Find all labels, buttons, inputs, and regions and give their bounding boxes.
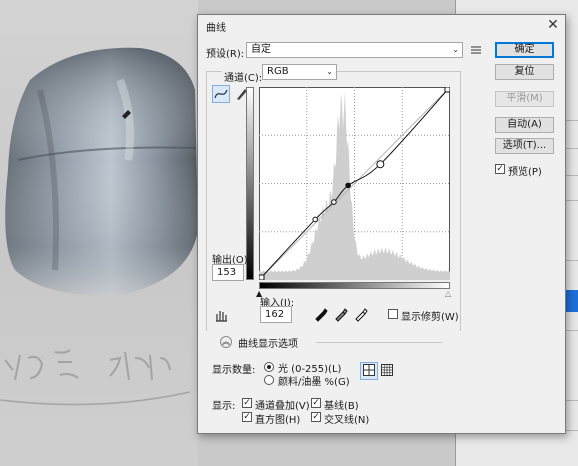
preset-menu-icon[interactable] xyxy=(469,43,483,57)
histogram-checkbox[interactable]: ✓ xyxy=(242,412,252,422)
curve-point[interactable] xyxy=(331,199,337,205)
show-label: 显示: xyxy=(212,401,236,412)
histogram-label: 直方图(H) xyxy=(255,415,301,426)
options-button[interactable]: 选项(T)... xyxy=(495,138,554,154)
dialog-title: 曲线 xyxy=(206,23,226,34)
document-canvas xyxy=(0,0,198,466)
curves-dialog: 曲线 ✕ 预设(R): 自定 ⌄ 确定 复位 平滑(M) 自动(A) 选项(T)… xyxy=(197,14,566,434)
channel-overlays-checkbox[interactable]: ✓ xyxy=(242,398,252,408)
channel-select[interactable]: RGB ⌄ xyxy=(262,64,337,80)
pot-image xyxy=(5,47,198,296)
preset-value: 自定 xyxy=(251,44,271,55)
white-point-eyedropper-icon[interactable] xyxy=(352,305,370,323)
close-icon[interactable]: ✕ xyxy=(544,17,562,33)
input-gradient-bar xyxy=(259,282,450,289)
auto-button[interactable]: 自动(A) xyxy=(495,117,554,133)
curve-point[interactable] xyxy=(345,182,351,189)
baseline-checkbox[interactable]: ✓ xyxy=(311,398,321,408)
curve-point[interactable] xyxy=(376,160,385,169)
pigment-label: 颜料/油墨 %(G) xyxy=(278,377,350,388)
group-left-line xyxy=(206,71,207,331)
show-amount-label: 显示数量: xyxy=(212,365,256,376)
curve-point[interactable] xyxy=(444,87,450,93)
output-field[interactable]: 153 xyxy=(212,264,244,281)
handwriting-image xyxy=(0,349,191,406)
intersection-checkbox[interactable]: ✓ xyxy=(311,412,321,422)
curve-point[interactable] xyxy=(312,216,318,223)
channel-value: RGB xyxy=(267,66,289,77)
options-separator xyxy=(316,342,442,343)
intersection-label: 交叉线(N) xyxy=(324,415,370,426)
show-clipping-label: 显示修剪(W) xyxy=(401,312,459,323)
input-field[interactable]: 162 xyxy=(260,306,292,323)
group-right-line xyxy=(460,71,461,331)
baseline-label: 基线(B) xyxy=(324,401,359,412)
curve-edit-icon[interactable] xyxy=(212,85,230,103)
channel-label: 通道(C): xyxy=(222,69,265,84)
chevron-down-icon: ⌄ xyxy=(326,67,333,76)
curve-display-options-label: 曲线显示选项 xyxy=(238,339,298,350)
light-radio[interactable] xyxy=(264,362,274,372)
show-clipping-checkbox[interactable] xyxy=(388,309,398,319)
preview-checkbox[interactable]: ✓ xyxy=(495,164,505,174)
simple-grid-icon[interactable] xyxy=(360,362,378,380)
preview-label: 预览(P) xyxy=(508,167,542,178)
pigment-radio[interactable] xyxy=(264,375,274,385)
preset-label: 预设(R): xyxy=(206,49,245,60)
black-point-eyedropper-icon[interactable] xyxy=(312,305,330,323)
smooth-button[interactable]: 平滑(M) xyxy=(495,91,554,107)
curve-graph[interactable] xyxy=(259,87,450,280)
chevron-up-icon[interactable]: ︽ xyxy=(220,336,232,348)
on-image-adjust-icon[interactable] xyxy=(212,306,230,324)
preset-select[interactable]: 自定 ⌄ xyxy=(246,42,463,58)
gray-point-eyedropper-icon[interactable] xyxy=(332,305,350,323)
reset-button[interactable]: 复位 xyxy=(495,64,554,80)
ok-button[interactable]: 确定 xyxy=(495,42,554,58)
chevron-down-icon: ⌄ xyxy=(452,45,459,54)
curve-point[interactable] xyxy=(259,274,265,280)
channel-overlays-label: 通道叠加(V) xyxy=(255,401,310,412)
detailed-grid-icon[interactable] xyxy=(378,362,396,380)
white-point-slider[interactable]: △ xyxy=(445,289,451,298)
